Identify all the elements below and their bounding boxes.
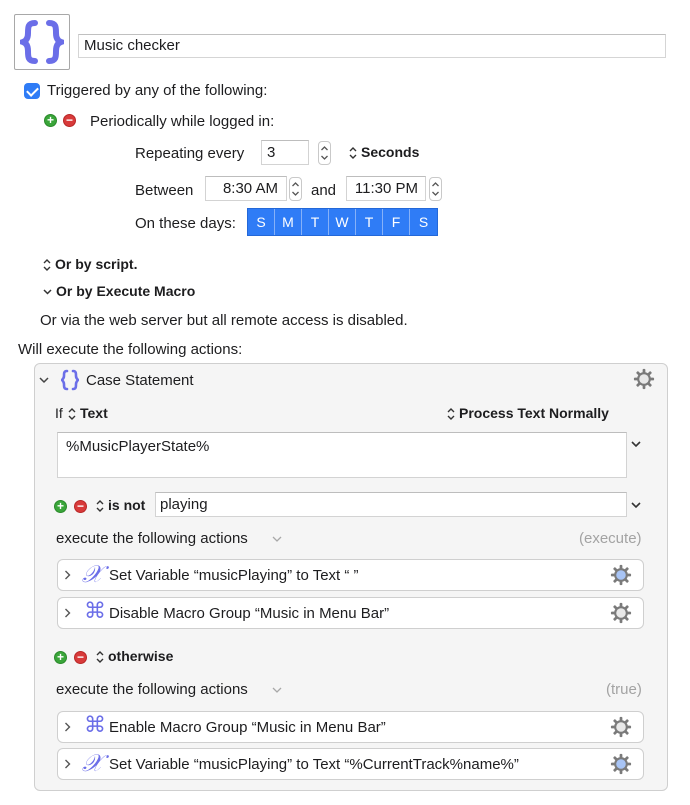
variable-x-icon: 𝒳 <box>82 560 103 588</box>
repeat-interval-input[interactable]: 3 <box>261 140 309 165</box>
case-text-field[interactable]: %MusicPlayerState% <box>57 432 627 478</box>
updown-chevron-icon <box>43 259 51 272</box>
variable-x-icon: 𝒳 <box>82 749 103 777</box>
chevron-down-icon <box>43 289 52 295</box>
if-label: If <box>55 405 63 421</box>
day-wednesday[interactable]: W <box>329 209 356 235</box>
add-case-button[interactable] <box>54 651 67 664</box>
day-monday[interactable]: M <box>275 209 302 235</box>
between-label: Between <box>135 182 194 199</box>
chevron-down-icon[interactable] <box>38 373 50 387</box>
gear-icon[interactable] <box>633 368 655 390</box>
web-server-note: Or via the web server but all remote acc… <box>40 312 408 329</box>
remove-case-button[interactable] <box>74 500 87 513</box>
by-script-disclosure[interactable]: Or by script. <box>43 256 137 272</box>
execute-status: (execute) <box>579 530 642 547</box>
trigger-checkbox[interactable] <box>24 83 40 99</box>
action-label: Disable Macro Group “Music in Menu Bar” <box>109 605 390 622</box>
source-popup[interactable]: Text <box>68 405 108 421</box>
day-thursday[interactable]: T <box>356 209 383 235</box>
end-time-stepper[interactable] <box>429 177 442 201</box>
gear-icon[interactable] <box>610 716 632 738</box>
day-sunday[interactable]: S <box>248 209 275 235</box>
repeat-label: Repeating every <box>135 145 245 162</box>
periodic-trigger-label: Periodically while logged in: <box>90 113 275 130</box>
condition-label: is not <box>108 497 146 513</box>
macro-name-field[interactable]: Music checker <box>78 34 666 58</box>
if-row: If <box>55 405 63 421</box>
chevron-down-icon[interactable] <box>630 438 642 450</box>
repeat-stepper[interactable] <box>318 141 331 165</box>
action-label: Set Variable “musicPlaying” to Text “ ” <box>109 567 359 584</box>
and-label: and <box>311 182 337 199</box>
macro-icon[interactable] <box>14 14 70 70</box>
updown-chevron-icon <box>349 147 357 160</box>
will-execute-label: Will execute the following actions: <box>18 341 243 358</box>
gear-icon[interactable] <box>610 564 632 586</box>
updown-chevron-icon <box>96 500 104 513</box>
end-time-field[interactable]: 11:30 PM <box>346 176 426 201</box>
curly-braces-icon <box>61 369 79 391</box>
chevron-right-icon[interactable] <box>64 759 71 769</box>
case-statement-title: Case Statement <box>86 372 194 389</box>
day-tuesday[interactable]: T <box>302 209 329 235</box>
execute-label: execute the following actions <box>56 530 248 547</box>
action-label: Set Variable “musicPlaying” to Text “%Cu… <box>109 756 519 773</box>
execute-label: execute the following actions <box>56 681 248 698</box>
otherwise-popup[interactable]: otherwise <box>96 648 173 664</box>
action-label: Enable Macro Group “Music in Menu Bar” <box>109 719 386 736</box>
condition-popup[interactable]: is not <box>96 497 145 513</box>
source-label: Text <box>80 405 108 421</box>
command-key-icon: ⌘ <box>84 713 106 738</box>
chevron-down-icon[interactable] <box>272 686 282 694</box>
remove-case-button[interactable] <box>74 651 87 664</box>
processing-label: Process Text Normally <box>459 405 609 421</box>
updown-chevron-icon <box>447 408 455 421</box>
add-trigger-button[interactable] <box>44 114 57 127</box>
gear-icon[interactable] <box>610 753 632 775</box>
chevron-right-icon[interactable] <box>64 570 71 580</box>
days-label: On these days: <box>135 215 236 232</box>
day-saturday[interactable]: S <box>410 209 437 235</box>
day-friday[interactable]: F <box>383 209 410 235</box>
unit-popup[interactable]: Seconds <box>349 144 419 160</box>
execute-status: (true) <box>606 681 642 698</box>
updown-chevron-icon <box>96 651 104 664</box>
add-case-button[interactable] <box>54 500 67 513</box>
chevron-right-icon[interactable] <box>64 722 71 732</box>
start-time-stepper[interactable] <box>289 177 302 201</box>
by-execute-label: Or by Execute Macro <box>56 283 196 299</box>
command-key-icon: ⌘ <box>84 599 106 624</box>
curly-braces-icon <box>20 20 64 64</box>
remove-trigger-button[interactable] <box>63 114 76 127</box>
by-execute-disclosure[interactable]: Or by Execute Macro <box>43 283 195 299</box>
start-time-field[interactable]: 8:30 AM <box>205 176 287 201</box>
processing-popup[interactable]: Process Text Normally <box>447 405 609 421</box>
case-value-field[interactable]: playing <box>155 492 627 517</box>
gear-icon[interactable] <box>610 602 632 624</box>
chevron-down-icon[interactable] <box>272 535 282 543</box>
otherwise-label: otherwise <box>108 648 174 664</box>
by-script-label: Or by script. <box>55 256 138 272</box>
unit-label: Seconds <box>361 144 420 160</box>
updown-chevron-icon <box>68 408 76 421</box>
chevron-down-icon[interactable] <box>630 499 642 511</box>
trigger-header: Triggered by any of the following: <box>47 82 268 99</box>
days-selector: S M T W T F S <box>247 208 438 236</box>
chevron-right-icon[interactable] <box>64 608 71 618</box>
